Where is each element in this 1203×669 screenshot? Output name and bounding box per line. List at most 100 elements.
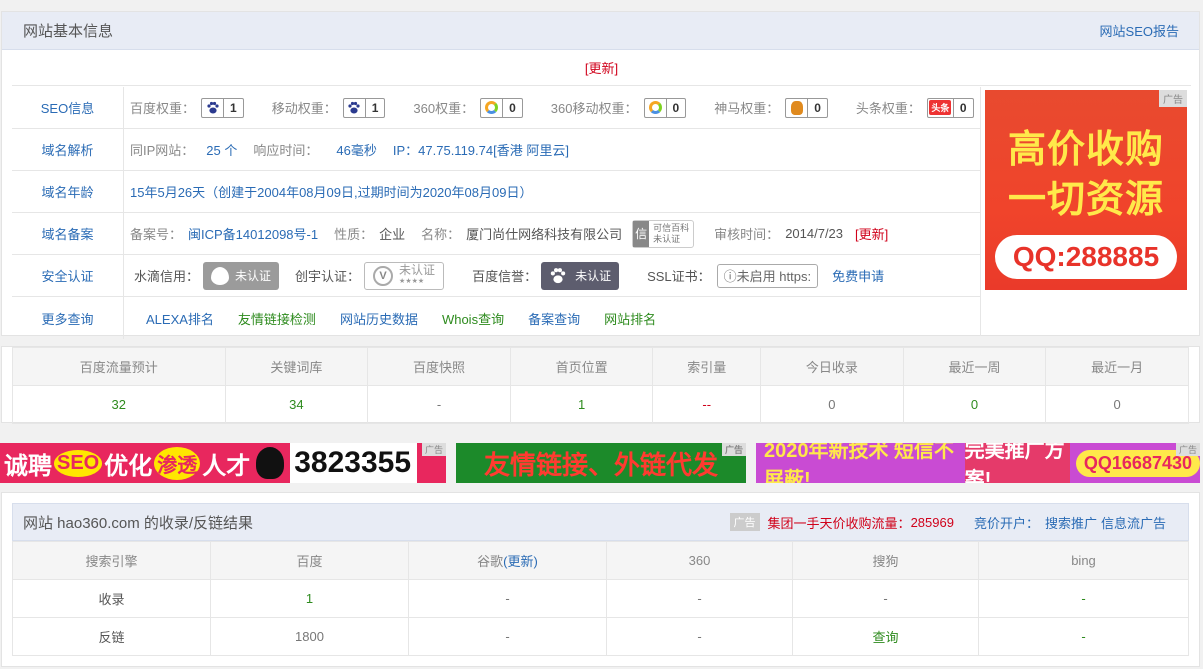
bing-header: bing bbox=[978, 541, 1189, 580]
site-rank-link[interactable]: 网站排名 bbox=[604, 309, 656, 328]
today-indexed-value: 0 bbox=[760, 385, 904, 424]
basic-info-header: 网站基本信息 网站SEO报告 bbox=[2, 12, 1199, 50]
ad1-word-1: 诚聘 bbox=[4, 452, 52, 480]
stat-header: 最近一月 bbox=[1045, 347, 1189, 386]
ssl-badge[interactable]: ⓘ未启用 https: bbox=[716, 263, 819, 288]
icp-row: 域名备案 备案号： 闽ICP备14012098号-1 性质： 企业 名称： 厦门… bbox=[12, 213, 980, 255]
toutiao-weight-badge[interactable]: 头条 0 bbox=[926, 97, 974, 118]
domain-age-row: 域名年龄 15年5月26天（创建于2004年08月09日,过期时间为2020年0… bbox=[12, 171, 980, 213]
baidu-credit-badge[interactable]: 未认证 bbox=[541, 261, 620, 290]
home-position-value[interactable]: 1 bbox=[578, 397, 585, 412]
same-ip-link[interactable]: 25 个 bbox=[206, 140, 237, 159]
whois-link[interactable]: Whois查询 bbox=[442, 309, 504, 328]
ad1-number: 3823355 bbox=[290, 443, 418, 483]
so360-weight-badge[interactable]: 0 bbox=[480, 97, 523, 118]
baidu-weight-label: 百度权重： bbox=[130, 101, 196, 116]
chuangyu-badge[interactable]: V 未认证 ★★★★ bbox=[364, 261, 445, 290]
trust-baike-badge[interactable]: 信 可信百科 未认证 bbox=[632, 219, 695, 248]
security-cert-row: 安全认证 水滴信用： 未认证 创宇认证： V 未认证 ★★★★ 百度信誉： 未认… bbox=[12, 255, 980, 297]
stat-header: 最近一周 bbox=[902, 347, 1047, 386]
qq-penguin-icon bbox=[256, 447, 285, 479]
shuidi-label: 水滴信用： bbox=[134, 269, 200, 284]
so360-mobile-weight-value: 0 bbox=[672, 100, 680, 115]
baidu-paw-icon bbox=[202, 98, 225, 117]
shuidi-status: 未认证 bbox=[235, 269, 272, 283]
google-update-link[interactable]: (更新) bbox=[503, 554, 538, 569]
chuangyu-status: 未认证 bbox=[399, 262, 436, 277]
same-ip-label: 同IP网站： bbox=[130, 143, 195, 158]
ad3-text: 2020年新技术 短信不屏蔽! bbox=[764, 443, 955, 483]
index-count-value: -- bbox=[652, 385, 762, 424]
icp-no-label: 备案号： bbox=[130, 227, 183, 242]
so360-ring-icon bbox=[481, 98, 504, 117]
stats-panel: 百度流量预计 关键词库 百度快照 首页位置 索引量 今日收录 最近一周 最近一月… bbox=[1, 346, 1200, 424]
alexa-link[interactable]: ALEXA排名 bbox=[146, 309, 214, 328]
stats-table: 百度流量预计 关键词库 百度快照 首页位置 索引量 今日收录 最近一周 最近一月… bbox=[12, 347, 1189, 424]
icp-body: 备案号： 闽ICP备14012098号-1 性质： 企业 名称： 厦门尚仕网络科… bbox=[124, 213, 888, 254]
more-query-row: 更多查询 ALEXA排名 友情链接检测 网站历史数据 Whois查询 备案查询 … bbox=[12, 297, 980, 339]
sogou-indexed-value: - bbox=[792, 579, 979, 618]
seo-report-link[interactable]: 网站SEO报告 bbox=[1100, 21, 1179, 40]
so360-mobile-ring-icon bbox=[645, 98, 667, 117]
baidu-weight-badge[interactable]: 1 bbox=[201, 97, 244, 118]
shuidi-badge[interactable]: 未认证 bbox=[203, 261, 280, 290]
stat-header: 百度快照 bbox=[367, 347, 511, 386]
promo-link[interactable]: 集团一手天价收购流量： bbox=[768, 513, 911, 532]
google-backlinks-value: - bbox=[408, 617, 607, 656]
trust-baike-text: 可信百科 bbox=[653, 222, 690, 233]
baidu-credit-paw-icon bbox=[550, 267, 566, 283]
seo-body: 百度权重： 1 移动权重： 1 360权重： 0 360移动权重： 0 神马权重… bbox=[124, 87, 974, 128]
google-header: 谷歌(更新) bbox=[408, 541, 607, 580]
domain-age-value: 15年5月26天（创建于2004年08月09日,过期时间为2020年08月09日… bbox=[130, 185, 533, 200]
search-promo-link[interactable]: 搜索推广 bbox=[1045, 513, 1097, 532]
shenma-weight-value: 0 bbox=[814, 100, 821, 115]
shenma-horse-icon bbox=[786, 98, 809, 117]
icp-no-link[interactable]: 闽ICP备14012098号-1 bbox=[188, 224, 318, 243]
ad-strip-links[interactable]: 友情链接、外链代发 广告 bbox=[456, 443, 746, 483]
baidu-weight-value: 1 bbox=[230, 100, 237, 115]
ad-strip-recruit[interactable]: 诚聘 SEO 优化 渗透 人才 3823355 广告 bbox=[0, 443, 446, 483]
ip-link[interactable]: 47.75.119.74[香港 阿里云] bbox=[418, 140, 569, 159]
history-data-link[interactable]: 网站历史数据 bbox=[340, 309, 418, 328]
backlink-header: 网站 hao360.com 的收录/反链结果 广告 集团一手天价收购流量： 28… bbox=[12, 503, 1189, 541]
row-label-indexed: 收录 bbox=[12, 579, 211, 618]
shenma-weight-badge[interactable]: 0 bbox=[785, 97, 828, 118]
ssl-label: SSL证书： bbox=[647, 269, 711, 284]
backlink-panel: 网站 hao360.com 的收录/反链结果 广告 集团一手天价收购流量： 28… bbox=[1, 492, 1200, 667]
so360-mobile-weight-label: 360移动权重： bbox=[550, 101, 638, 116]
icp-name-value: 厦门尚仕网络科技有限公司 bbox=[466, 227, 623, 242]
dns-row: 域名解析 同IP网站： 25 个 响应时间： 46毫秒 IP： 47.75.11… bbox=[12, 129, 980, 171]
toutiao-icon: 头条 bbox=[928, 98, 954, 117]
right-ad-banner[interactable]: 广告 高价收购 一切资源 QQ:288885 bbox=[985, 90, 1187, 290]
toutiao-weight-value: 0 bbox=[959, 100, 967, 115]
keyword-count-value[interactable]: 34 bbox=[289, 397, 303, 412]
baidu-indexed-value[interactable]: 1 bbox=[306, 591, 313, 606]
sogou-header: 搜狗 bbox=[792, 541, 979, 580]
v-shield-icon: V bbox=[373, 265, 394, 286]
icp-update-link[interactable]: [更新] bbox=[855, 224, 888, 243]
baidu-traffic-value[interactable]: 32 bbox=[112, 397, 126, 412]
sogou-query-link[interactable]: 查询 bbox=[872, 630, 898, 645]
baidu-credit-label: 百度信誉： bbox=[472, 269, 538, 284]
basic-info-title: 网站基本信息 bbox=[23, 23, 114, 40]
last-week-value[interactable]: 0 bbox=[971, 397, 978, 412]
so360-mobile-weight-badge[interactable]: 0 bbox=[643, 97, 687, 118]
mobile-weight-badge[interactable]: 1 bbox=[342, 97, 386, 118]
response-time-value: 46毫秒 bbox=[336, 143, 377, 158]
icp-query-link[interactable]: 备案查询 bbox=[528, 309, 580, 328]
domain-age-label: 域名年龄 bbox=[12, 171, 124, 212]
backlink-title: 网站 hao360.com 的收录/反链结果 bbox=[23, 514, 254, 532]
so360-header: 360 bbox=[606, 541, 793, 580]
ad-strip-sms[interactable]: 2020年新技术 短信不屏蔽! 完美推广方案! QQ16687430 广告 bbox=[756, 443, 1200, 483]
icp-type-value: 企业 bbox=[379, 227, 406, 242]
feed-ad-link[interactable]: 信息流广告 bbox=[1101, 513, 1166, 532]
friend-link-check-link[interactable]: 友情链接检测 bbox=[238, 309, 316, 328]
baidu-backlinks-value: 1800 bbox=[210, 617, 409, 656]
response-time-label: 响应时间： bbox=[253, 143, 319, 158]
mobile-weight-value: 1 bbox=[371, 100, 379, 115]
ssl-apply-link[interactable]: 免费申请 bbox=[832, 266, 884, 285]
google-indexed-value: - bbox=[408, 579, 607, 618]
stat-header: 今日收录 bbox=[760, 347, 904, 386]
toutiao-weight-label: 头条权重： bbox=[855, 101, 921, 116]
update-link[interactable]: [更新] bbox=[585, 58, 618, 77]
